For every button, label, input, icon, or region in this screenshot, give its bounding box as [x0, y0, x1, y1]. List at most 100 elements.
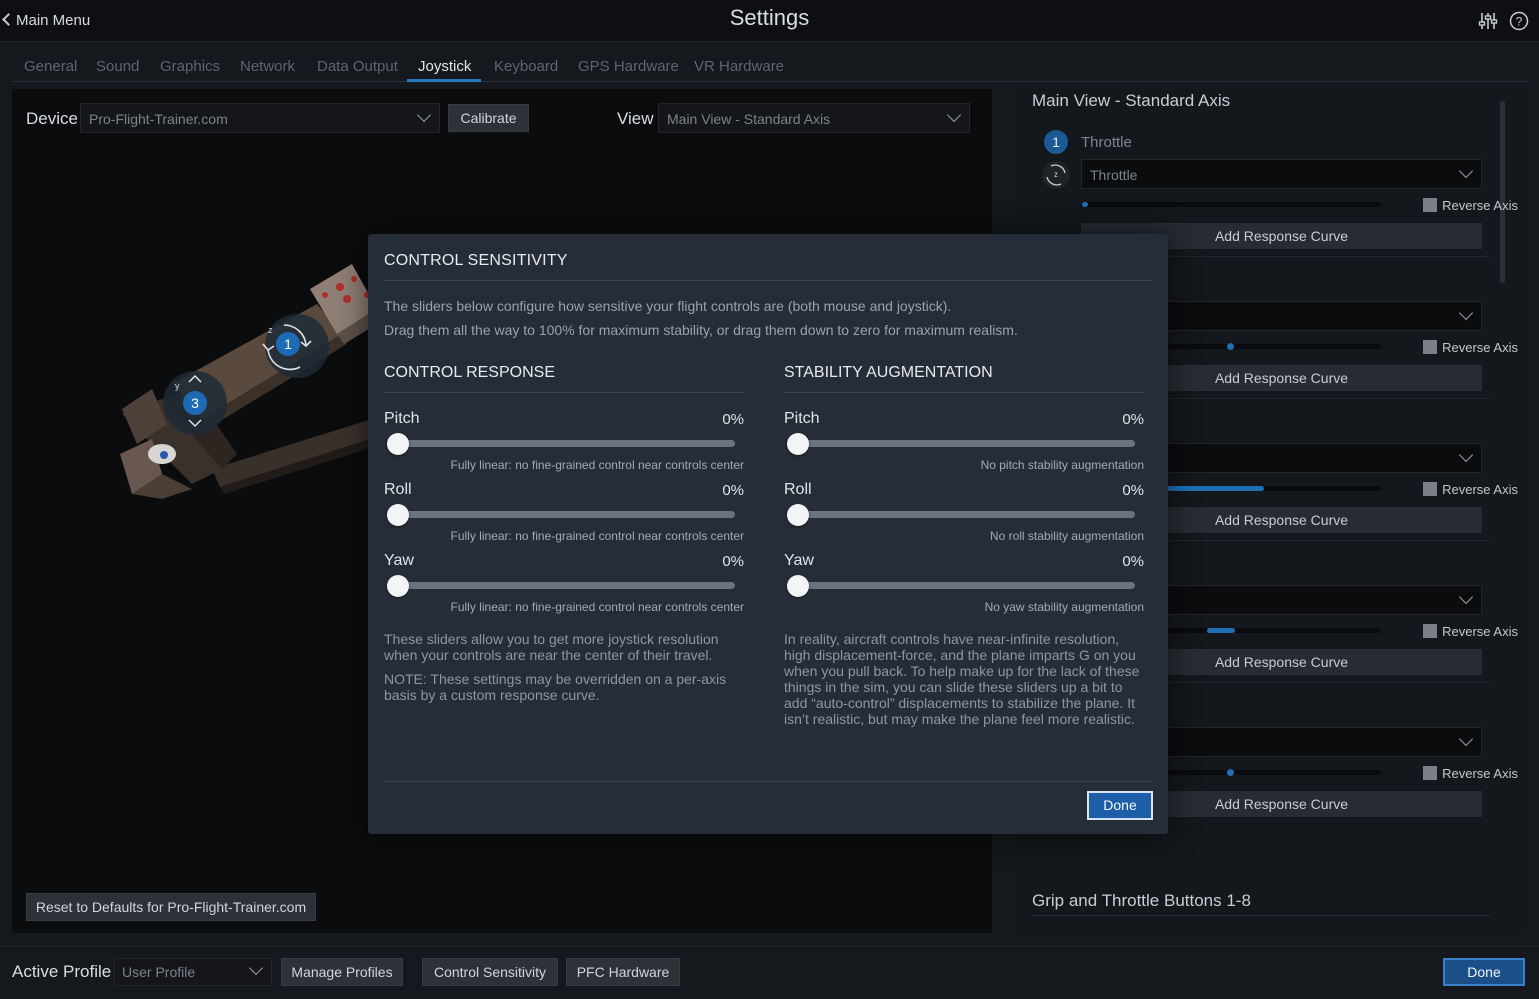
chevron-down-icon [416, 107, 432, 123]
profile-value: User Profile [122, 964, 196, 980]
settings-window: Main Menu Settings ? General Sound Graph… [0, 0, 1539, 999]
checkbox-box [1423, 482, 1438, 496]
divider [384, 781, 1152, 782]
control-sensitivity-dialog: CONTROL SENSITIVITY The sliders below co… [368, 234, 1168, 834]
pitch-stability-slider[interactable] [792, 440, 1135, 447]
pitch-response-label: Pitch [384, 410, 420, 427]
yaw-stability-slider[interactable] [792, 582, 1135, 589]
yaw-response-desc: Fully linear: no fine-grained control ne… [450, 600, 744, 614]
reverse-axis-checkbox[interactable]: Reverse Axis [1423, 198, 1518, 213]
axis-level-dot [1227, 769, 1234, 776]
tab-network[interactable]: Network [240, 58, 295, 75]
device-value: Pro-Flight-Trainer.com [89, 111, 228, 127]
view-label: View [617, 109, 654, 128]
roll-stability-slider-knob[interactable] [787, 504, 809, 526]
up-down-arrows-icon [188, 374, 202, 428]
roll-response-slider-knob[interactable] [387, 504, 409, 526]
pitch-stability-desc: No pitch stability augmentation [980, 458, 1144, 472]
checkbox-box [1423, 340, 1438, 354]
reverse-axis-label: Reverse Axis [1442, 198, 1518, 213]
device-dropdown[interactable]: Pro-Flight-Trainer.com [80, 103, 440, 133]
dialog-intro-line2: Drag them all the way to 100% for maximu… [384, 322, 1018, 338]
tab-joystick[interactable]: Joystick [418, 58, 471, 75]
checkbox-box [1423, 198, 1438, 212]
sliders-icon[interactable] [1478, 11, 1498, 31]
yaw-stability-slider-knob[interactable] [787, 575, 809, 597]
axis-function-dropdown[interactable]: Throttle [1081, 159, 1482, 189]
axis-number-badge: 1 [1044, 130, 1068, 154]
chevron-down-icon [248, 960, 264, 976]
pitch-response-slider[interactable] [392, 440, 735, 447]
roll-response-label: Roll [384, 481, 412, 498]
pitch-stability-value: 0% [1122, 411, 1144, 428]
profile-dropdown[interactable]: User Profile [114, 958, 272, 986]
view-dropdown[interactable]: Main View - Standard Axis [658, 103, 970, 133]
reset-defaults-button[interactable]: Reset to Defaults for Pro-Flight-Trainer… [26, 893, 316, 921]
dialog-title: CONTROL SENSITIVITY [384, 252, 568, 269]
roll-stability-value: 0% [1122, 482, 1144, 499]
device-label: Device [26, 109, 78, 128]
control-response-heading: CONTROL RESPONSE [384, 364, 555, 381]
checkbox-box [1423, 624, 1438, 638]
axis-section-title: Main View - Standard Axis [1032, 91, 1231, 110]
yaw-response-label: Yaw [384, 552, 414, 569]
rotate-arrows-icon [262, 324, 312, 371]
pitch-stability-label: Pitch [784, 410, 820, 427]
buttons-section-title: Grip and Throttle Buttons 1-8 [1032, 891, 1251, 910]
chevron-down-icon [1458, 447, 1474, 463]
reverse-axis-checkbox[interactable]: Reverse Axis [1423, 482, 1518, 497]
axis-rotate-letter: z [1054, 170, 1058, 179]
reverse-axis-label: Reverse Axis [1442, 766, 1518, 781]
tab-graphics[interactable]: Graphics [160, 58, 220, 75]
svg-text:?: ? [1516, 15, 1523, 29]
tab-keyboard[interactable]: Keyboard [494, 58, 558, 75]
reverse-axis-checkbox[interactable]: Reverse Axis [1423, 340, 1518, 355]
roll-stability-slider[interactable] [792, 511, 1135, 518]
view-value: Main View - Standard Axis [667, 111, 831, 127]
stability-augmentation-heading: STABILITY AUGMENTATION [784, 364, 993, 381]
axis-level-track [1081, 202, 1381, 207]
yaw-stability-label: Yaw [784, 552, 814, 569]
tab-vr-hardware[interactable]: VR Hardware [694, 58, 784, 75]
calibrate-button[interactable]: Calibrate [448, 104, 529, 132]
title-bar: Main Menu Settings ? [0, 0, 1539, 42]
manage-profiles-button[interactable]: Manage Profiles [281, 958, 403, 986]
done-button[interactable]: Done [1443, 958, 1525, 986]
roll-stability-label: Roll [784, 481, 812, 498]
tab-general[interactable]: General [24, 58, 77, 75]
divider [384, 392, 744, 393]
axis-level-fill [1207, 628, 1235, 633]
pitch-response-slider-knob[interactable] [387, 433, 409, 455]
axis-function-value: Throttle [1090, 167, 1138, 183]
pfc-hardware-button[interactable]: PFC Hardware [566, 958, 680, 986]
axis-name: Throttle [1081, 134, 1132, 151]
reverse-axis-checkbox[interactable]: Reverse Axis [1423, 766, 1518, 781]
roll-response-slider[interactable] [392, 511, 735, 518]
axis-level-fill [1166, 486, 1264, 491]
roll-stability-desc: No roll stability augmentation [989, 529, 1144, 543]
chevron-down-icon [1458, 163, 1474, 179]
pitch-stability-slider-knob[interactable] [787, 433, 809, 455]
axis-rotate-icon: z [1042, 161, 1070, 189]
yaw-response-slider-knob[interactable] [387, 575, 409, 597]
tab-data-output[interactable]: Data Output [317, 58, 398, 75]
reverse-axis-checkbox[interactable]: Reverse Axis [1423, 624, 1518, 639]
chevron-down-icon [946, 107, 962, 123]
divider [784, 392, 1144, 393]
control-sensitivity-button[interactable]: Control Sensitivity [422, 958, 558, 986]
tab-gps-hardware[interactable]: GPS Hardware [578, 58, 679, 75]
response-note-text: NOTE: These settings may be overridden o… [384, 671, 727, 703]
axis-level-dot [1227, 343, 1234, 350]
yaw-response-slider[interactable] [392, 582, 735, 589]
yaw-response-value: 0% [722, 553, 744, 570]
dialog-intro-line1: The sliders below configure how sensitiv… [384, 298, 952, 314]
tab-sound[interactable]: Sound [96, 58, 139, 75]
reverse-axis-label: Reverse Axis [1442, 482, 1518, 497]
roll-response-desc: Fully linear: no fine-grained control ne… [450, 529, 744, 543]
help-icon[interactable]: ? [1509, 11, 1529, 31]
dialog-done-button[interactable]: Done [1087, 791, 1153, 820]
reverse-axis-label: Reverse Axis [1442, 624, 1518, 639]
axis-list-scrollbar[interactable] [1500, 101, 1505, 283]
stability-help-text: In reality, aircraft controls have near-… [784, 631, 1140, 727]
pitch-response-desc: Fully linear: no fine-grained control ne… [450, 458, 744, 472]
